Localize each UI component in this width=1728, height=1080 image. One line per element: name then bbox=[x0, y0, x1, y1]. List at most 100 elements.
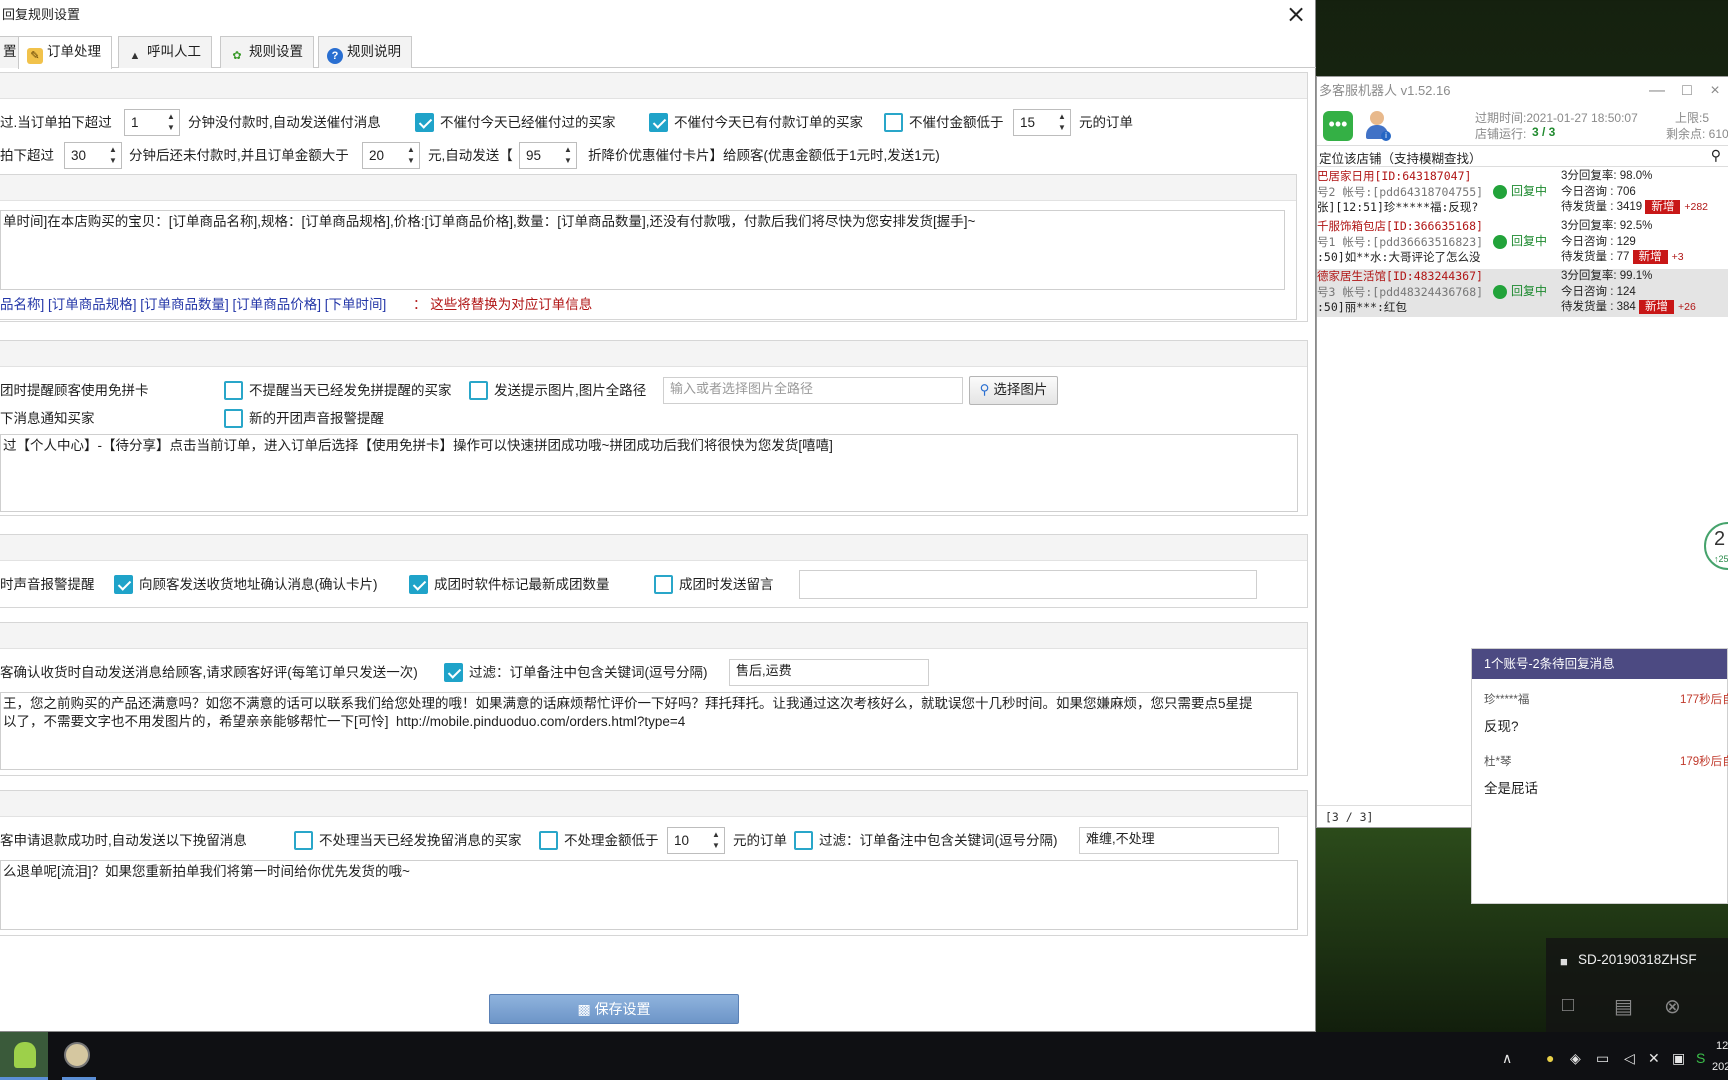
tab-label: 订单处理 bbox=[47, 44, 101, 59]
checkbox-skip-free-card-reminded[interactable] bbox=[224, 381, 243, 400]
stepper-arrows[interactable]: ▲ ▼ bbox=[405, 144, 417, 166]
pay-row2-amount-stepper[interactable]: 20 ▲ ▼ bbox=[362, 142, 420, 169]
checkbox-label: 新的开团声音报警提醒 bbox=[249, 411, 384, 426]
checkbox-new-group-sound[interactable] bbox=[224, 409, 243, 428]
stepper-arrows[interactable]: ▲ ▼ bbox=[562, 144, 574, 166]
notification-user: 珍*****福 bbox=[1484, 694, 1530, 706]
widget-value: 2 bbox=[1714, 528, 1726, 550]
pay-row2-minutes-stepper[interactable]: 30 ▲ ▼ bbox=[64, 142, 122, 169]
robot-title: 多客服机器人 v1.52.16 bbox=[1319, 83, 1451, 98]
user-icon[interactable]: i bbox=[1363, 109, 1391, 143]
pending-ship: 待发货量 : 77 bbox=[1561, 251, 1630, 263]
remote-toolbar: ■ SD-20190318ZHSF □ ▤ ⊗ bbox=[1546, 938, 1728, 1032]
checkbox-review-filter[interactable] bbox=[444, 663, 463, 682]
notification-text[interactable]: 反现? bbox=[1484, 715, 1519, 735]
checkbox-group-message[interactable] bbox=[654, 575, 673, 594]
shield-icon[interactable]: ◈ bbox=[1570, 1050, 1581, 1067]
pay-amount-stepper[interactable]: 15 ▲ ▼ bbox=[1013, 109, 1071, 136]
refund-amount-stepper[interactable]: 10 ▲ ▼ bbox=[667, 827, 725, 854]
refund-unit: 元的订单 bbox=[733, 833, 787, 848]
help-icon: ? bbox=[327, 48, 343, 64]
pending-reply-notification[interactable]: 1个账号-2条待回复消息 珍*****福 177秒后自 反现? 杜*琴 179秒… bbox=[1471, 648, 1728, 904]
close-icon[interactable]: ⊗ bbox=[1664, 994, 1681, 1019]
close-icon[interactable]: ✕ bbox=[1648, 1050, 1660, 1067]
image-path-input[interactable]: 输入或者选择图片全路径 bbox=[663, 377, 963, 404]
review-keywords-input[interactable]: 售后,运费 bbox=[729, 659, 929, 686]
tray-app-icon[interactable]: ● bbox=[1546, 1050, 1554, 1066]
button-label: 选择图片 bbox=[993, 382, 1048, 397]
stepper-arrows[interactable]: ▲ ▼ bbox=[165, 111, 177, 133]
close-icon[interactable]: × bbox=[1701, 77, 1728, 105]
pay-discount-stepper[interactable]: 95 ▲ ▼ bbox=[519, 142, 577, 169]
checkbox-send-image[interactable] bbox=[469, 381, 488, 400]
upper-limit: 上限:5 bbox=[1675, 111, 1710, 125]
shop-last-message: 张][12:51]珍*****福:反现? bbox=[1317, 200, 1479, 214]
tray-green-icon[interactable]: S bbox=[1696, 1050, 1705, 1066]
pay-row2-text: 分钟后还未付款时,并且订单金额大于 bbox=[129, 148, 349, 163]
checkbox-skip-low-amount[interactable] bbox=[884, 113, 903, 132]
refund-message-textarea[interactable]: 么退单呢[流泪]？如果您重新拍单我们将第一时间给你优先发货的哦~ bbox=[0, 860, 1298, 930]
group-header bbox=[0, 623, 1307, 649]
volume-icon[interactable]: ◁ bbox=[1624, 1050, 1635, 1067]
group-header bbox=[0, 791, 1307, 817]
android-icon[interactable] bbox=[0, 1032, 48, 1080]
stepper-arrows[interactable]: ▲ ▼ bbox=[710, 829, 722, 851]
shop-row[interactable]: 巴居家日用[ID:643187047] 号2 帐号:[pdd64318704755… bbox=[1317, 169, 1728, 217]
minimize-icon[interactable]: — bbox=[1643, 77, 1671, 105]
pending-ship: 待发货量 : 384 bbox=[1561, 301, 1636, 313]
shop-name: 巴居家日用[ID:643187047] bbox=[1317, 169, 1472, 183]
checkbox-mark-group-count[interactable] bbox=[409, 575, 428, 594]
expire-time: 过期时间:2021-01-27 18:50:07 bbox=[1475, 111, 1638, 125]
avatar-app-icon[interactable] bbox=[64, 1042, 90, 1068]
close-icon[interactable]: × bbox=[1283, 2, 1309, 28]
search-icon[interactable]: ⚲ bbox=[1711, 147, 1721, 164]
today-consult: 今日咨询 : 706 bbox=[1561, 185, 1636, 198]
checkbox-skip-paid-today[interactable] bbox=[649, 113, 668, 132]
order-icon: ✎ bbox=[27, 48, 43, 64]
pay-minutes-stepper[interactable]: 1 ▲ ▼ bbox=[124, 109, 180, 136]
group-message-input[interactable] bbox=[799, 570, 1257, 599]
chat-icon[interactable]: □ bbox=[1562, 994, 1574, 1017]
checkbox-skip-reminded[interactable] bbox=[415, 113, 434, 132]
review-message-textarea[interactable]: 王，您之前购买的产品还满意吗？如您不满意的话可以联系我们给您处理的哦！如果满意的… bbox=[0, 692, 1298, 770]
notification-time: 177秒后自 bbox=[1680, 694, 1728, 706]
group-buy-message-textarea[interactable]: 过【个人中心】-【待分享】点击当前订单，进入订单后选择【使用免拼卡】操作可以快速… bbox=[0, 434, 1298, 512]
widget-subvalue: ↑25 bbox=[1714, 554, 1728, 564]
footer-count: [3 / 3] bbox=[1325, 810, 1374, 824]
checkbox-label: 不处理金额低于 bbox=[564, 833, 659, 848]
tab-order-processing[interactable]: ✎ 订单处理 bbox=[18, 36, 112, 69]
shop-account: 号1 帐号:[pdd36663516823] bbox=[1317, 234, 1484, 249]
checkbox-refund-filter[interactable] bbox=[794, 831, 813, 850]
chat-icon[interactable]: ••• bbox=[1323, 111, 1353, 141]
shop-row[interactable]: 千服饰箱包店[ID:366635168] 号1 帐号:[pdd3666351682… bbox=[1317, 219, 1728, 267]
checkbox-skip-low-refund[interactable] bbox=[539, 831, 558, 850]
notification-text[interactable]: 全是屁话 bbox=[1484, 777, 1538, 797]
pay-row2-prefix: 拍下超过 bbox=[0, 148, 54, 163]
tab-rule-settings[interactable]: ✿ 规则设置 bbox=[220, 36, 314, 68]
shop-search-input[interactable]: 定位该店铺（支持模糊查找） bbox=[1319, 148, 1482, 167]
reminder-message-textarea[interactable]: 单时间]在本店购买的宝贝：[订单商品名称],规格：[订单商品规格],价格:[订单… bbox=[0, 210, 1285, 290]
shop-last-message: :50]丽***:红包 bbox=[1317, 300, 1407, 314]
pay-row2-text2: 元,自动发送【 bbox=[428, 148, 513, 163]
keyboard-icon[interactable]: ▤ bbox=[1614, 994, 1633, 1019]
stepper-arrows[interactable]: ▲ ▼ bbox=[1056, 111, 1068, 133]
checkbox-address-confirm[interactable] bbox=[114, 575, 133, 594]
checkbox-skip-retained[interactable] bbox=[294, 831, 313, 850]
notification-time: 179秒后自 bbox=[1680, 756, 1728, 768]
tab-label: 置 bbox=[3, 44, 17, 59]
refund-keywords-input[interactable]: 难缠,不处理 bbox=[1079, 827, 1279, 854]
choose-image-button[interactable]: ⚲ 选择图片 bbox=[969, 376, 1058, 405]
save-icon: ▩ bbox=[577, 1001, 591, 1017]
stepper-arrows[interactable]: ▲ ▼ bbox=[107, 144, 119, 166]
chevron-up-icon[interactable]: ∧ bbox=[1502, 1050, 1512, 1067]
tab-call-human[interactable]: ▲ 呼叫人工 bbox=[118, 36, 212, 68]
pay-row1-prefix: 过.当订单拍下超过 bbox=[0, 115, 112, 130]
tab-rule-help[interactable]: ? 规则说明 bbox=[318, 36, 412, 68]
maximize-icon[interactable]: □ bbox=[1673, 77, 1701, 105]
shop-search-bar[interactable]: 定位该店铺（支持模糊查找） ⚲ bbox=[1317, 145, 1728, 167]
tray-misc-icon[interactable]: ▣ bbox=[1672, 1050, 1685, 1067]
save-settings-button[interactable]: ▩ 保存设置 bbox=[489, 994, 739, 1024]
network-icon[interactable]: ▭ bbox=[1596, 1050, 1609, 1067]
stepper-value: 1 bbox=[131, 115, 139, 130]
shop-row[interactable]: 德家居生活馆[ID:483244367] 号3 帐号:[pdd4832443676… bbox=[1317, 269, 1728, 317]
